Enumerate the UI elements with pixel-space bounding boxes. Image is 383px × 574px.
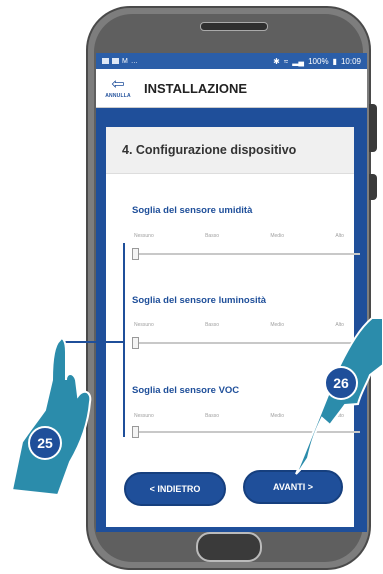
annotation-overlay	[10, 243, 383, 497]
step-callout-25: 25	[28, 426, 62, 460]
left-hand-shape	[10, 337, 92, 497]
step-callout-26: 26	[324, 366, 358, 400]
left-hand-icon	[10, 337, 92, 497]
